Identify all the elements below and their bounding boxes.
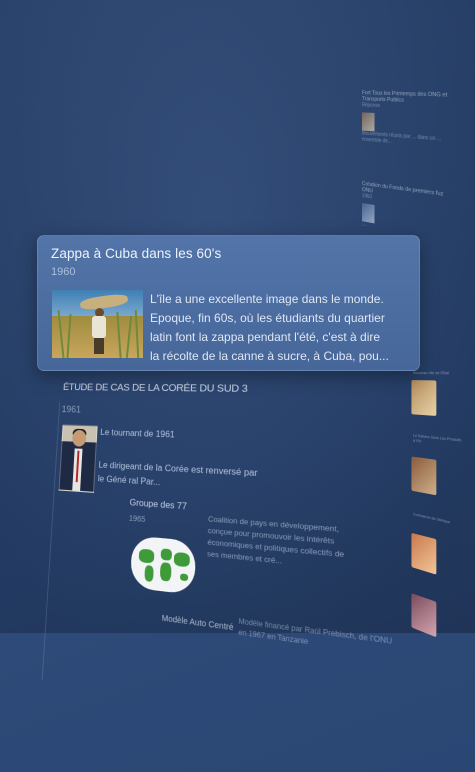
- sugarcane-harvest-photo: [52, 290, 143, 358]
- korea-card-paragraph-1: Le tournant de 1961: [100, 425, 264, 445]
- g77-card-text: Coalition de pays en développement, conç…: [207, 514, 357, 575]
- far-card-thumbnail: [362, 112, 374, 131]
- zappa-cuba-card[interactable]: Zappa à Cuba dans les 60's 1960 L'île a …: [37, 235, 420, 371]
- korea-card-year: 1961: [61, 404, 81, 415]
- auto-card-title[interactable]: Modèle Auto Centré: [162, 615, 234, 633]
- card-description: L'île a une excellente image dans le mon…: [150, 290, 412, 366]
- far-card[interactable]: Fort Tous les Printemps des ONG et Trans…: [362, 90, 454, 150]
- far-card-body: Mouvements réunis par ... dans un ... en…: [362, 130, 454, 150]
- card-year: 1960: [51, 266, 75, 278]
- korea-card-title: ÉTUDE DE CAS DE LA CORÉE DU SUD 3: [63, 382, 248, 395]
- description-line: L'île a une excellente image dans le mon…: [150, 290, 412, 309]
- world-map-image: [130, 535, 196, 595]
- description-line: latin font la zappa pendant l'été, c'est…: [150, 328, 412, 347]
- description-line: Epoque, fin 60s, où les étudiants du qua…: [150, 309, 412, 328]
- korea-case-card[interactable]: ÉTUDE DE CAS DE LA CORÉE DU SUD 3 1961 L…: [29, 372, 475, 772]
- korea-card-paragraph-2: Le dirigeant de la Corée est renversé pa…: [97, 458, 263, 496]
- auto-card-text: Modèle financé par Raúl Prebisch, de l'O…: [238, 617, 396, 661]
- g77-card-year: 1965: [129, 515, 146, 524]
- g77-card-title: Groupe des 77: [129, 498, 187, 512]
- far-card-thumbnail: [362, 203, 374, 223]
- korea-card-photo: [59, 424, 98, 493]
- card-title: Zappa à Cuba dans les 60's: [51, 246, 221, 261]
- description-line: la récolte de la canne à sucre, à Cuba, …: [150, 347, 412, 366]
- timeline-edge: [42, 402, 61, 680]
- g77-card[interactable]: Groupe des 77 1965 Coalition de pays en …: [123, 498, 426, 705]
